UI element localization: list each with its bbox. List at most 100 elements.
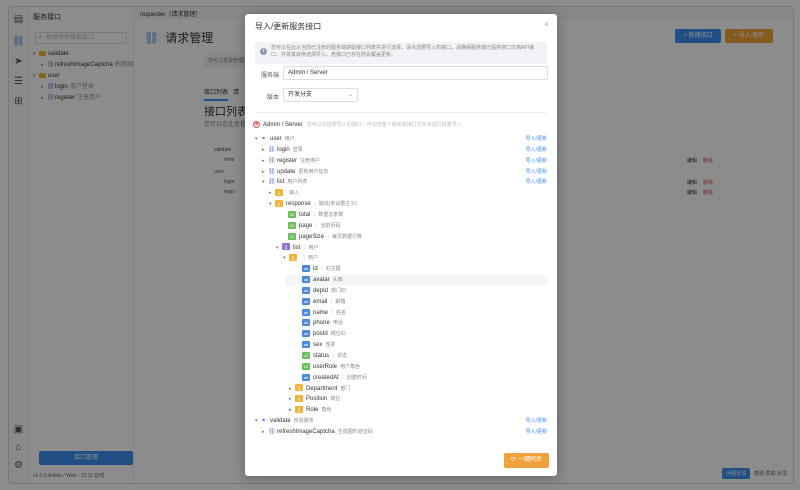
str-type-icon: ab	[302, 319, 310, 327]
tree-row[interactable]: ▾[] list ：用户	[245, 243, 557, 254]
tree-row-note: ：输出(未设置主义)	[313, 201, 358, 208]
service-icon: ⚭	[261, 418, 267, 425]
tree-row[interactable]: ▾ ⚭ validate 校验服务 导入/更新	[245, 416, 557, 427]
tree-row-note: 部门ID	[331, 287, 347, 294]
tree-row[interactable]: ▸ ⛓refreshImageCaptcha 生成图形验证码 导入/更新	[245, 427, 557, 438]
tree-row[interactable]: ▸ ⛓update 更新用户信息 导入/更新	[245, 167, 557, 178]
tree-row[interactable]: 12 status ：状态	[245, 351, 557, 362]
tree-row-note: 更新用户信息	[298, 168, 329, 175]
obj-type-icon: {}	[295, 395, 303, 403]
import-modal: 导入/更新服务接口 × i 您可以在此从当前已注册的服务端获取接口列表并进行选择，…	[245, 14, 557, 476]
num-type-icon: 12	[288, 232, 296, 240]
link-icon: ⛓	[268, 146, 276, 153]
tree-row-label: sex	[313, 342, 323, 349]
version-select[interactable]: 开发分支 ⌄	[283, 88, 358, 102]
info-icon: i	[260, 48, 267, 55]
tree-row[interactable]: 12 pageSize ：每页数据行数	[245, 232, 557, 243]
obj-type-icon: {}	[295, 384, 303, 392]
tree-row-label: update	[277, 168, 296, 175]
tree-row-label: userRole	[313, 363, 338, 370]
import-update-link[interactable]: 导入/更新	[526, 134, 547, 145]
tree-row-note: ：用户	[303, 244, 319, 251]
tree-row-label: email	[313, 298, 328, 305]
tree-row-note: 部门	[340, 385, 351, 392]
tree-row[interactable]: ab sex 性别	[245, 340, 557, 351]
version-label: 版本	[266, 95, 279, 101]
tree-row-note: ：邮箱	[330, 298, 346, 305]
tree-row-note: 用户角色	[340, 363, 361, 370]
link-icon: ⛓	[268, 428, 276, 435]
sync-button[interactable]: ⟳ 一键同步	[504, 453, 549, 468]
chevron-down-icon: ⌄	[347, 92, 353, 98]
str-type-icon: ab	[302, 297, 310, 305]
tree-row-note: ：用户	[303, 255, 319, 262]
tree-row[interactable]: ▾{} response ：输出(未设置主义)	[245, 199, 557, 210]
tree-row-label: posId	[313, 331, 328, 338]
link-icon: ⛓	[268, 179, 276, 186]
tree-root[interactable]: ◉ Admin / Server 您可以勾选要导入的接口，可勾选整个服务或接口文件夹…	[253, 121, 462, 128]
tree-row[interactable]: ▸{} Role 角色	[245, 405, 557, 416]
tree-row-note: 岗位ID	[330, 331, 346, 338]
tree-row[interactable]: ▾{} ：用户	[245, 253, 557, 264]
str-type-icon: ab	[302, 265, 310, 273]
import-update-link[interactable]: 导入/更新	[526, 177, 547, 188]
tree-row-label: createdAt	[313, 374, 339, 381]
tree-row[interactable]: ▸ ⛓login 登录 导入/更新	[245, 145, 557, 156]
tree-row-note: 用户	[284, 136, 295, 142]
tree-row[interactable]: ab avatar 头像	[285, 275, 548, 287]
tree-row[interactable]: ab phone 电话	[245, 318, 557, 329]
str-type-icon: ab	[302, 341, 310, 349]
tree-row[interactable]: 12 page ：当前页码	[245, 221, 557, 232]
num-type-icon: 12	[302, 362, 310, 370]
tree-row-label: page	[299, 222, 313, 229]
tree-row-label: Position	[306, 396, 328, 403]
tree-row-note: 电话	[332, 320, 343, 327]
tree-row-label: id	[313, 266, 318, 273]
str-type-icon: ab	[302, 373, 310, 381]
num-type-icon: 12	[302, 351, 310, 359]
tree-row-note: 头像	[332, 277, 343, 284]
tree-row[interactable]: 12 total ：数据总条数	[245, 210, 557, 221]
tree-row-label: Role	[306, 407, 319, 414]
import-update-link[interactable]: 导入/更新	[526, 156, 547, 167]
service-field[interactable]: Admin / Server	[283, 66, 548, 80]
import-update-link[interactable]: 导入/更新	[526, 167, 547, 178]
tree-row-label: pageSize	[299, 233, 325, 240]
tree-row-label: list	[293, 244, 301, 251]
tree-row[interactable]: ▸{} Position 岗位	[245, 394, 557, 405]
str-type-icon: ab	[302, 286, 310, 294]
tree-row[interactable]: ▾ ⚭ user 用户 导入/更新	[245, 134, 557, 145]
tree-row[interactable]: ▸{} Department 部门	[245, 384, 557, 395]
import-update-link[interactable]: 导入/更新	[526, 427, 547, 438]
tree-row-label: depId	[313, 287, 329, 294]
tree-row-note: 用户列表	[287, 179, 308, 186]
tree-row-label: register	[277, 157, 298, 164]
arr-type-icon: []	[282, 243, 290, 251]
tree-row-note: 岗位	[330, 396, 341, 403]
tree-row-label: user	[270, 136, 282, 142]
tree-row-note: 登录	[292, 146, 303, 153]
tree-row-note: ：当前页码	[315, 222, 341, 229]
tree-row-note: ：ID主键	[320, 266, 341, 273]
tree-row[interactable]: ▾ ⛓list 用户列表 导入/更新	[245, 177, 557, 188]
obj-type-icon: {}	[275, 200, 283, 208]
tree-row[interactable]: ▸ ⛓register 注册用户 导入/更新	[245, 156, 557, 167]
import-update-link[interactable]: 导入/更新	[526, 145, 547, 156]
import-update-link[interactable]: 导入/更新	[526, 416, 547, 427]
close-icon[interactable]: ×	[544, 19, 549, 29]
tree-row[interactable]: ab posId 岗位ID	[245, 329, 557, 340]
tree-row[interactable]: ab email ：邮箱	[245, 297, 557, 308]
tree-row[interactable]: 12 userRole 用户角色	[245, 362, 557, 373]
tree-row[interactable]: ▸{} 输入	[245, 188, 557, 199]
tree-row[interactable]: ab name ：姓名	[245, 308, 557, 319]
tree-row-label: total	[299, 211, 311, 218]
link-icon: ⛓	[268, 168, 276, 175]
tree-row[interactable]: ab id ：ID主键	[245, 264, 557, 275]
tree-row[interactable]: ab createdAt ：创建时间	[245, 373, 557, 384]
tree-row-note: 输入	[289, 190, 300, 197]
tree-row-label: login	[277, 146, 290, 153]
obj-type-icon: {}	[295, 406, 303, 414]
tree-row[interactable]: ab depId 部门ID	[245, 286, 557, 297]
tree-row-label: name	[313, 309, 329, 316]
tree-row-note: 角色	[321, 407, 332, 414]
